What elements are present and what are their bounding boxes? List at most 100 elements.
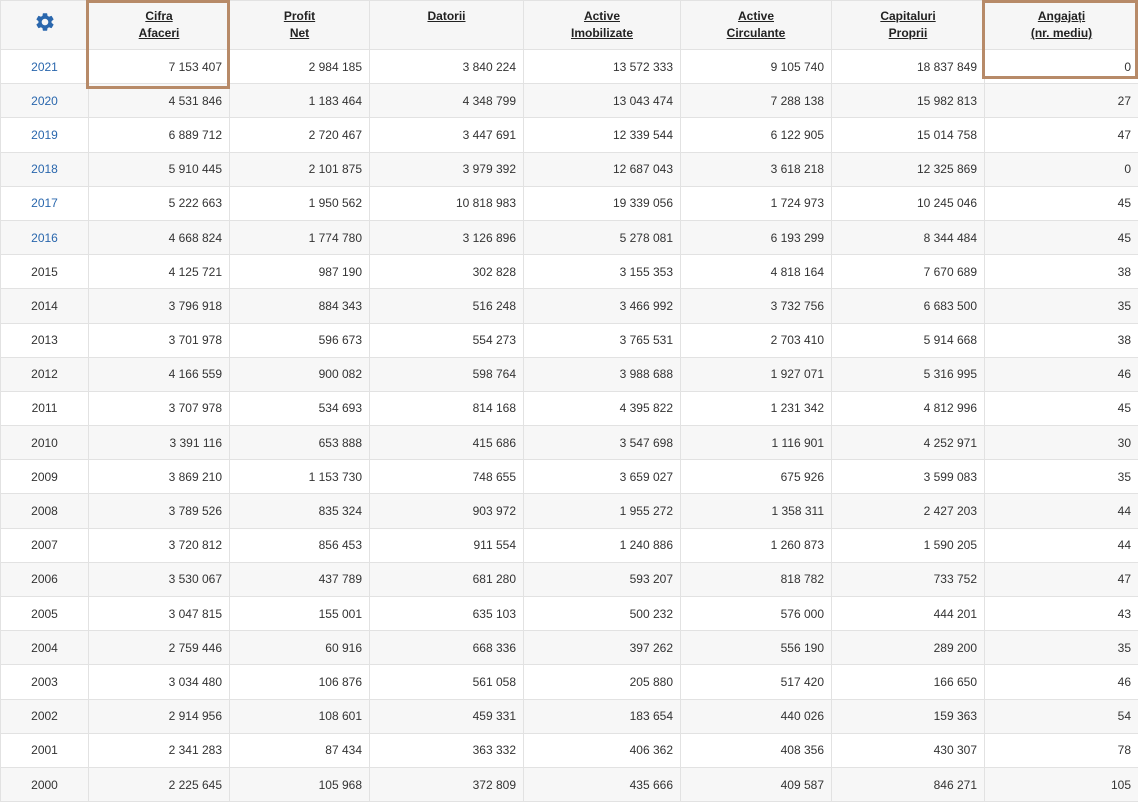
header-profit-net[interactable]: ProfitNet (230, 1, 370, 50)
value-cell: 1 724 973 (681, 186, 832, 220)
value-cell: 556 190 (681, 631, 832, 665)
value-cell: 13 572 333 (524, 50, 681, 84)
year-cell: 2001 (1, 733, 89, 767)
value-cell: 2 427 203 (832, 494, 985, 528)
value-cell: 44 (985, 528, 1138, 562)
value-cell: 12 687 043 (524, 152, 681, 186)
value-cell: 1 590 205 (832, 528, 985, 562)
value-cell: 814 168 (370, 391, 524, 425)
value-cell: 3 034 480 (89, 665, 230, 699)
header-datorii[interactable]: Datorii (370, 1, 524, 50)
year-cell: 2002 (1, 699, 89, 733)
table-row: 20185 910 4452 101 8753 979 39212 687 04… (1, 152, 1138, 186)
value-cell: 5 278 081 (524, 220, 681, 254)
value-cell: 18 837 849 (832, 50, 985, 84)
value-cell: 12 325 869 (832, 152, 985, 186)
value-cell: 435 666 (524, 767, 681, 801)
year-link[interactable]: 2021 (31, 60, 58, 74)
year-link[interactable]: 2017 (31, 196, 58, 210)
year-link[interactable]: 2016 (31, 231, 58, 245)
value-cell: 554 273 (370, 323, 524, 357)
header-active-circulante[interactable]: ActiveCirculante (681, 1, 832, 50)
value-cell: 3 155 353 (524, 255, 681, 289)
value-cell: 105 (985, 767, 1138, 801)
value-cell: 437 789 (230, 562, 370, 596)
value-cell: 35 (985, 631, 1138, 665)
value-cell: 5 222 663 (89, 186, 230, 220)
gear-icon[interactable] (34, 11, 56, 38)
table-row: 20103 391 116653 888415 6863 547 6981 11… (1, 426, 1138, 460)
year-cell[interactable]: 2021 (1, 50, 89, 84)
value-cell: 3 796 918 (89, 289, 230, 323)
value-cell: 3 047 815 (89, 597, 230, 631)
header-capitaluri-proprii[interactable]: CapitaluriProprii (832, 1, 985, 50)
year-link[interactable]: 2020 (31, 94, 58, 108)
value-cell: 4 531 846 (89, 84, 230, 118)
header-active-imobilizate[interactable]: ActiveImobilizate (524, 1, 681, 50)
value-cell: 5 914 668 (832, 323, 985, 357)
value-cell: 2 759 446 (89, 631, 230, 665)
header-label[interactable]: ActiveCirculante (727, 8, 786, 42)
value-cell: 10 818 983 (370, 186, 524, 220)
table-body: 20217 153 4072 984 1853 840 22413 572 33… (1, 50, 1138, 802)
financial-data-table: CifraAfaceri ProfitNet Datorii ActiveImo… (0, 0, 1138, 802)
header-label[interactable]: Angajați(nr. mediu) (1031, 8, 1092, 42)
table-row: 20217 153 4072 984 1853 840 22413 572 33… (1, 50, 1138, 84)
header-label[interactable]: ActiveImobilizate (571, 8, 633, 42)
value-cell: 60 916 (230, 631, 370, 665)
value-cell: 1 231 342 (681, 391, 832, 425)
header-label[interactable]: Datorii (427, 8, 465, 25)
value-cell: 1 955 272 (524, 494, 681, 528)
value-cell: 12 339 544 (524, 118, 681, 152)
value-cell: 302 828 (370, 255, 524, 289)
year-cell[interactable]: 2020 (1, 84, 89, 118)
header-cifra-afaceri[interactable]: CifraAfaceri (89, 1, 230, 50)
table-row: 20083 789 526835 324903 9721 955 2721 35… (1, 494, 1138, 528)
year-link[interactable]: 2018 (31, 162, 58, 176)
value-cell: 159 363 (832, 699, 985, 733)
year-link[interactable]: 2019 (31, 128, 58, 142)
value-cell: 408 356 (681, 733, 832, 767)
value-cell: 397 262 (524, 631, 681, 665)
year-cell[interactable]: 2019 (1, 118, 89, 152)
year-cell[interactable]: 2018 (1, 152, 89, 186)
value-cell: 3 466 992 (524, 289, 681, 323)
year-cell[interactable]: 2017 (1, 186, 89, 220)
value-cell: 47 (985, 562, 1138, 596)
year-label: 2001 (31, 743, 58, 757)
year-label: 2011 (32, 401, 58, 415)
table-row: 20042 759 44660 916668 336397 262556 190… (1, 631, 1138, 665)
year-cell: 2015 (1, 255, 89, 289)
value-cell: 2 914 956 (89, 699, 230, 733)
value-cell: 3 447 691 (370, 118, 524, 152)
value-cell: 1 260 873 (681, 528, 832, 562)
value-cell: 1 927 071 (681, 357, 832, 391)
value-cell: 0 (985, 152, 1138, 186)
header-label[interactable]: CifraAfaceri (139, 8, 180, 42)
year-label: 2007 (31, 538, 58, 552)
table-row: 20154 125 721987 190302 8283 155 3534 81… (1, 255, 1138, 289)
value-cell: 598 764 (370, 357, 524, 391)
value-cell: 54 (985, 699, 1138, 733)
value-cell: 459 331 (370, 699, 524, 733)
header-label[interactable]: CapitaluriProprii (880, 8, 935, 42)
value-cell: 1 774 780 (230, 220, 370, 254)
year-cell: 2012 (1, 357, 89, 391)
value-cell: 733 752 (832, 562, 985, 596)
year-cell: 2000 (1, 767, 89, 801)
value-cell: 987 190 (230, 255, 370, 289)
year-label: 2009 (31, 470, 58, 484)
year-label: 2002 (31, 709, 58, 723)
header-angajati[interactable]: Angajați(nr. mediu) (985, 1, 1138, 50)
value-cell: 46 (985, 665, 1138, 699)
header-label[interactable]: ProfitNet (284, 8, 315, 42)
value-cell: 3 765 531 (524, 323, 681, 357)
value-cell: 2 984 185 (230, 50, 370, 84)
settings-header-cell (1, 1, 89, 50)
year-cell: 2006 (1, 562, 89, 596)
table-row: 20053 047 815155 001635 103500 232576 00… (1, 597, 1138, 631)
table-header-row: CifraAfaceri ProfitNet Datorii ActiveImo… (1, 1, 1138, 50)
value-cell: 4 668 824 (89, 220, 230, 254)
value-cell: 3 732 756 (681, 289, 832, 323)
year-cell[interactable]: 2016 (1, 220, 89, 254)
